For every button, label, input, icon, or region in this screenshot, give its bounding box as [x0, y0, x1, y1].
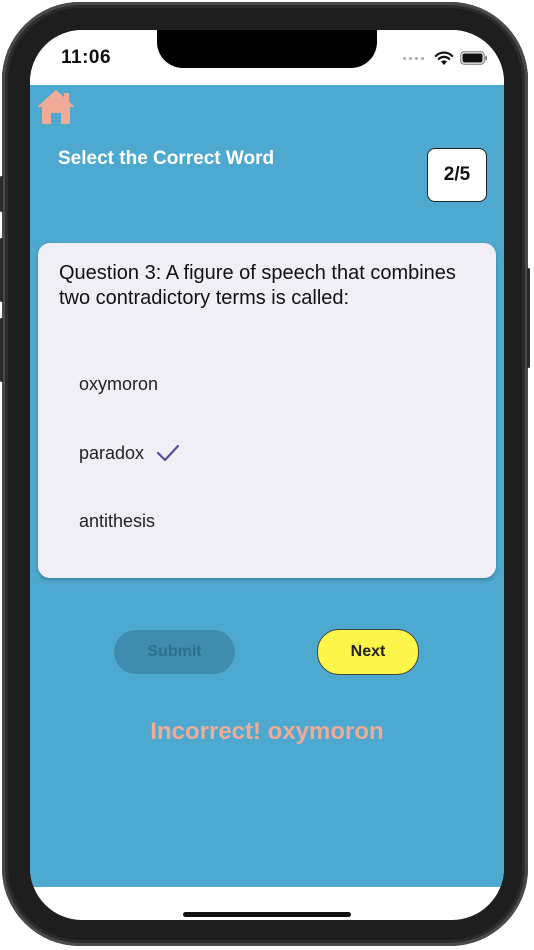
side-button-left: [0, 318, 3, 382]
page-title: Select the Correct Word: [58, 148, 275, 169]
app-area: Select the Correct Word 2/5 Question 3: …: [30, 85, 504, 887]
submit-button[interactable]: Submit: [114, 630, 235, 674]
check-icon: [156, 444, 180, 462]
next-button[interactable]: Next: [317, 629, 419, 675]
side-button-left: [0, 238, 3, 302]
notch: [157, 30, 377, 68]
option-label: oxymoron: [79, 373, 159, 394]
option-antithesis[interactable]: antithesis: [58, 499, 478, 543]
side-button-right: [527, 268, 530, 368]
status-bar: 11:06: [30, 30, 504, 85]
question-text: Question 3: A figure of speech that comb…: [59, 262, 456, 309]
status-icons: [403, 50, 488, 66]
battery-icon: [460, 51, 487, 65]
question-card: Question 3: A figure of speech that comb…: [38, 243, 496, 578]
signal-dots-icon: [403, 56, 424, 60]
option-label: antithesis: [79, 510, 156, 531]
home-icon[interactable]: [35, 88, 77, 126]
progress-badge: 2/5: [427, 148, 487, 202]
option-label: paradox: [79, 442, 145, 463]
side-button-left: [0, 176, 3, 212]
status-time: 11:06: [61, 47, 112, 68]
screen: 11:06 Select the Correct Word 2/5 Questi…: [30, 30, 504, 920]
option-paradox[interactable]: paradox: [58, 431, 478, 475]
option-oxymoron[interactable]: oxymoron: [58, 362, 478, 406]
feedback-message: Incorrect! oxymoron: [150, 718, 384, 745]
home-indicator[interactable]: [183, 912, 351, 917]
wifi-icon: [434, 51, 454, 65]
